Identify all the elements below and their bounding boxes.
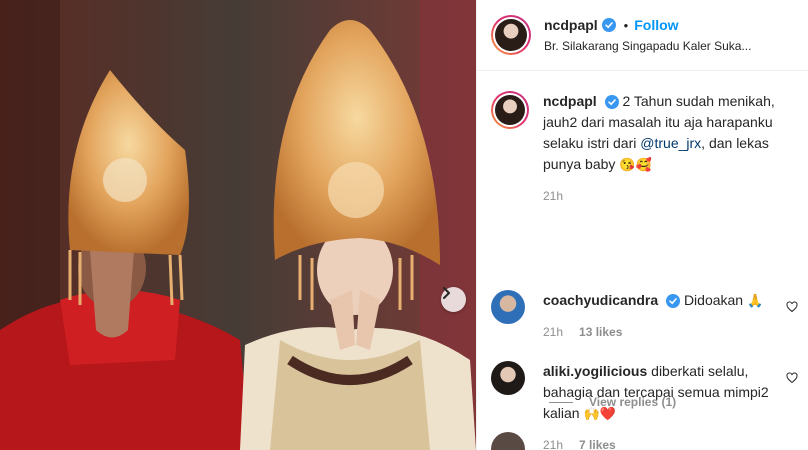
comment-time[interactable]: 21h xyxy=(543,325,563,339)
caption-emoji: 😘🥰 xyxy=(619,157,652,172)
caption-avatar[interactable] xyxy=(491,91,529,129)
comment-text: Didoakan xyxy=(683,292,747,308)
comment-likes[interactable]: 7 likes xyxy=(579,438,616,450)
verified-badge-icon xyxy=(601,18,616,32)
view-replies-button[interactable]: View replies (1) xyxy=(549,395,676,409)
view-replies-label: View replies (1) xyxy=(589,395,677,409)
comment-emoji: 🙏 xyxy=(746,293,764,308)
heart-icon[interactable] xyxy=(786,372,798,384)
post-header: ncdpapl • Follow Br. Silakarang Singapad… xyxy=(477,0,808,71)
chevron-right-icon xyxy=(443,287,450,299)
verified-badge-icon xyxy=(666,294,681,309)
wedding-photo-illustration xyxy=(0,0,476,450)
post-caption: ncdpapl 2 Tahun sudah menikah, jauh2 dar… xyxy=(491,91,783,203)
comment-time[interactable]: 21h xyxy=(543,438,563,450)
author-username[interactable]: ncdpapl xyxy=(544,17,598,33)
post-photo xyxy=(0,0,476,450)
heart-icon[interactable] xyxy=(786,301,798,313)
comment-likes[interactable]: 13 likes xyxy=(579,325,622,339)
comment-item: coachyudicandra Didoakan 🙏 21h 13 likes xyxy=(491,290,783,339)
follow-button[interactable]: Follow xyxy=(634,17,678,33)
caption-username[interactable]: ncdpapl xyxy=(543,93,597,109)
comment-username[interactable]: coachyudicandra xyxy=(543,292,658,308)
caption-mention-link[interactable]: @true_jrx xyxy=(640,135,701,151)
post-sidebar: ncdpapl • Follow Br. Silakarang Singapad… xyxy=(476,0,808,450)
separator-dot: • xyxy=(623,17,629,33)
author-avatar[interactable] xyxy=(491,15,531,55)
verified-badge-icon xyxy=(604,95,619,110)
commenter-avatar[interactable] xyxy=(491,290,525,324)
caption-time[interactable]: 21h xyxy=(543,189,563,203)
post-location[interactable]: Br. Silakarang Singapadu Kaler Suka... xyxy=(544,39,751,53)
next-photo-button[interactable] xyxy=(441,287,466,312)
commenter-avatar[interactable] xyxy=(491,361,525,395)
replies-divider-line xyxy=(549,401,573,403)
comment-username[interactable]: aliki.yogilicious xyxy=(543,363,647,379)
